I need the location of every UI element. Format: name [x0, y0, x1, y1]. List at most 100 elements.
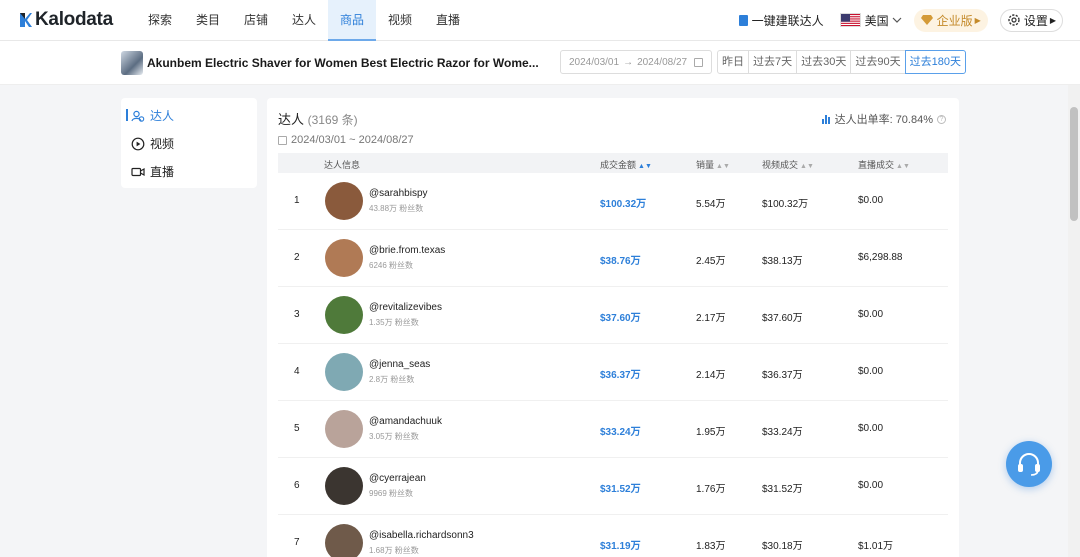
brand-name: Kalodata: [35, 9, 113, 30]
avatar[interactable]: [325, 524, 363, 557]
video-gmv-value: $33.24万: [762, 427, 803, 438]
creator-handle[interactable]: @cyerrajean: [369, 473, 426, 484]
region-selector[interactable]: 美国: [839, 12, 902, 29]
column-header-video-gmv[interactable]: 视频成交 ▲▼: [762, 158, 814, 171]
enterprise-badge[interactable]: 企业版 ▶: [913, 8, 988, 32]
gmv-value: $33.24万: [600, 427, 641, 438]
table-row[interactable]: 2 @brie.from.texas 6246 粉丝数 $38.76万 2.45万 $38…: [278, 230, 948, 287]
customer-support-button[interactable]: [1006, 441, 1052, 487]
rank: 4: [294, 366, 300, 377]
gmv-value: $36.37万: [600, 370, 641, 381]
range-button[interactable]: 昨日: [717, 50, 749, 74]
rank: 1: [294, 195, 300, 206]
table-body: 1 @sarahbispy 43.88万 粉丝数 $100.32万 5.54万 $100.…: [278, 173, 948, 557]
creator-handle[interactable]: @revitalizevibes: [369, 302, 442, 313]
sort-icon[interactable]: ▲▼: [716, 163, 730, 170]
avatar[interactable]: [325, 467, 363, 505]
column-header-sales[interactable]: 销量 ▲▼: [696, 158, 730, 171]
submenu-item-videos[interactable]: 视频: [131, 135, 174, 152]
bookmark-icon: [738, 14, 748, 26]
sub-menu: 达人 视频 直播: [121, 98, 257, 188]
main-menu: 探索 类目 店铺 达人 商品 视频 直播: [136, 0, 472, 41]
submenu-item-creators[interactable]: 达人: [131, 107, 174, 124]
nav-item[interactable]: 视频: [376, 0, 424, 41]
panel-title: 达人 (3169 条): [278, 109, 358, 128]
creator-handle[interactable]: @jenna_seas: [369, 359, 430, 370]
sales-value: 1.76万: [696, 484, 726, 495]
column-header-gmv[interactable]: 成交金额 ▲▼: [600, 158, 652, 171]
diamond-icon: [920, 15, 933, 25]
avatar[interactable]: [325, 296, 363, 334]
creator-handle[interactable]: @isabella.richardsonn3: [369, 530, 474, 541]
nav-item[interactable]: 类目: [184, 0, 232, 41]
logo[interactable]: Kalodata: [18, 9, 136, 31]
rank: 5: [294, 423, 300, 434]
table-row[interactable]: 3 @revitalizevibes 1.35万 粉丝数 $37.60万 2.17万 $3…: [278, 287, 948, 344]
settings-button[interactable]: 设置 ▶: [999, 8, 1063, 32]
avatar[interactable]: [325, 353, 363, 391]
chevron-down-icon: [892, 17, 902, 23]
follower-count: 6246 粉丝数: [369, 261, 414, 270]
bar-chart-icon: [821, 114, 831, 124]
nav-item[interactable]: 店铺: [232, 0, 280, 41]
product-thumbnail[interactable]: [121, 51, 143, 75]
submenu-label: 视频: [150, 137, 175, 151]
top-navigation: Kalodata 探索类目店铺达人商品视频直播 一键建联达人 美国: [0, 0, 1080, 41]
sales-value: 2.14万: [696, 370, 726, 381]
avatar[interactable]: [325, 182, 363, 220]
sort-icon[interactable]: ▲▼: [800, 163, 814, 170]
column-label: 视频成交: [762, 160, 799, 170]
range-button[interactable]: 过去90天: [850, 50, 906, 74]
scrollbar-thumb[interactable]: [1070, 107, 1078, 221]
help-icon[interactable]: ?: [937, 114, 946, 124]
column-label: 直播成交: [858, 160, 895, 170]
sort-icon[interactable]: ▲▼: [896, 163, 910, 170]
gear-icon: [1008, 14, 1020, 26]
sales-value: 1.83万: [696, 541, 726, 552]
avatar[interactable]: [325, 410, 363, 448]
nav-item[interactable]: 商品: [328, 0, 376, 41]
settings-label: 设置: [1023, 13, 1048, 28]
quick-range-buttons: 昨日 过去7天 过去30天 过去90天 过去180天: [717, 50, 966, 74]
nav-item[interactable]: 直播: [424, 0, 472, 41]
column-label: 销量: [696, 160, 715, 170]
table-row[interactable]: 5 @amandachuuk 3.05万 粉丝数 $33.24万 1.95万 $33.24…: [278, 401, 948, 458]
nav-item[interactable]: 探索: [136, 0, 184, 41]
creator-conversion-rate: 达人出单率: 70.84% ?: [821, 111, 946, 127]
creator-handle[interactable]: @sarahbispy: [369, 188, 428, 199]
table-row[interactable]: 1 @sarahbispy 43.88万 粉丝数 $100.32万 5.54万 $100.…: [278, 173, 948, 230]
play-circle-icon: [131, 137, 145, 150]
table-row[interactable]: 7 @isabella.richardsonn3 1.68万 粉丝数 $31.19万 1…: [278, 515, 948, 557]
video-camera-icon: [131, 167, 145, 176]
date-range-picker[interactable]: 2024/03/01 → 2024/08/27: [560, 50, 712, 74]
follower-count: 43.88万 粉丝数: [369, 204, 424, 213]
gmv-value: $37.60万: [600, 313, 641, 324]
bulk-contact-creators-link[interactable]: 一键建联达人: [738, 12, 824, 29]
avatar[interactable]: [325, 239, 363, 277]
creators-table: 达人信息 成交金额 ▲▼ 销量 ▲▼ 视频成交 ▲▼ 直播成交 ▲▼ 1 @sarahbi…: [278, 153, 948, 557]
live-gmv-value: $0.00: [858, 480, 884, 491]
gmv-value: $31.52万: [600, 484, 641, 495]
live-gmv-value: $6,298.88: [858, 252, 903, 263]
creator-handle[interactable]: @amandachuuk: [369, 416, 442, 427]
arrow-right-icon: →: [623, 56, 634, 68]
rank: 3: [294, 309, 300, 320]
range-button[interactable]: 过去30天: [796, 50, 852, 74]
page-scrollbar[interactable]: [1068, 85, 1080, 557]
range-button[interactable]: 过去7天: [748, 50, 798, 74]
rank: 7: [294, 537, 300, 548]
product-title[interactable]: Akunbem Electric Shaver for Women Best E…: [147, 56, 539, 70]
live-gmv-value: $0.00: [858, 423, 884, 434]
calendar-icon: [694, 57, 703, 67]
column-header-live-gmv[interactable]: 直播成交 ▲▼: [858, 158, 910, 171]
range-button[interactable]: 过去180天: [904, 50, 966, 74]
gmv-value: $31.19万: [600, 541, 641, 552]
region-label: 美国: [864, 13, 889, 28]
table-row[interactable]: 6 @cyerrajean 9969 粉丝数 $31.52万 1.76万 $31.52万 $…: [278, 458, 948, 515]
caret-right-icon: ▶: [974, 15, 981, 25]
creator-handle[interactable]: @brie.from.texas: [369, 245, 445, 256]
table-row[interactable]: 4 @jenna_seas 2.8万 粉丝数 $36.37万 2.14万 $36.37万 $…: [278, 344, 948, 401]
submenu-item-live[interactable]: 直播: [131, 163, 174, 180]
nav-item[interactable]: 达人: [280, 0, 328, 41]
sort-icon[interactable]: ▲▼: [638, 163, 652, 170]
